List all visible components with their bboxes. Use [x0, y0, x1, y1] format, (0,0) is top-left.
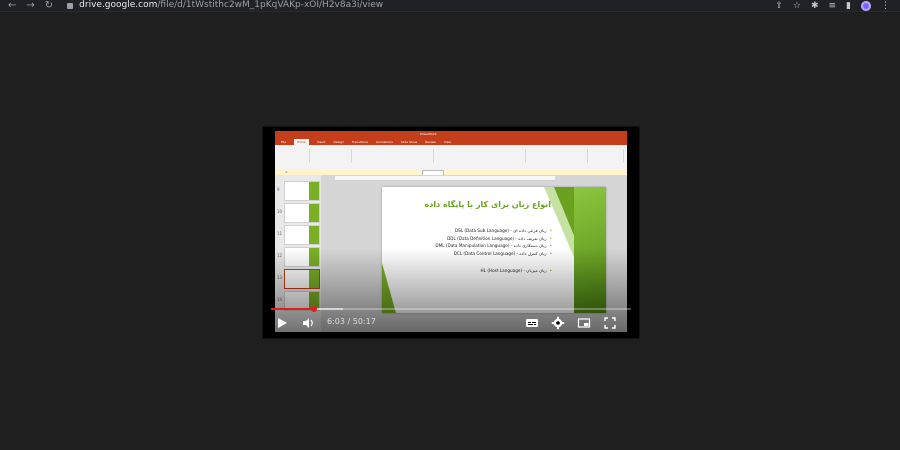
browser-toolbar: ← → ↻ drive.google.com /file/d/1tWstithc… [0, 0, 900, 12]
play-button[interactable] [275, 315, 289, 329]
video-player[interactable]: PowerPoint File Home Insert Design Transitio… [262, 126, 640, 339]
play-icon [278, 318, 287, 328]
player-controls: 6:03 / 50:17 [271, 313, 631, 331]
menu-icon[interactable]: ⋮ [881, 1, 890, 11]
volume-icon [303, 318, 313, 328]
side-panel-icon[interactable]: ▮ [846, 1, 851, 11]
powerpoint-titlebar: PowerPoint [275, 131, 627, 139]
powerpoint-ribbon [275, 145, 627, 170]
captions-button[interactable] [525, 315, 539, 329]
list-item: • زبان تعریف داده - DDL (Data Definition … [447, 235, 552, 241]
slide-title: انواع زبان برای کار با پایگاه داده [424, 200, 551, 209]
browser-actions: ⇪ ☆ ✱ ≡ ▮ ⋮ [775, 0, 890, 11]
extensions-icon[interactable]: ✱ [811, 1, 819, 11]
forward-icon[interactable]: → [26, 0, 34, 11]
lock-icon [67, 2, 74, 9]
progress-bar[interactable] [271, 306, 631, 312]
list-item: • زبان فرعی داده ای - DSL (Data Sub Langu… [454, 228, 552, 233]
settings-button[interactable] [551, 315, 565, 330]
media-controls-icon[interactable]: ≡ [829, 1, 837, 11]
fullscreen-icon [604, 317, 616, 329]
gear-icon [551, 316, 565, 330]
avatar[interactable] [861, 0, 871, 11]
bookmark-star-icon[interactable]: ☆ [793, 1, 801, 11]
powerpoint-window-title: PowerPoint [420, 132, 437, 136]
miniplayer-icon [577, 318, 591, 328]
progress-fill [271, 308, 315, 310]
time-display: 6:03 / 50:17 [327, 317, 376, 326]
captions-icon [526, 319, 538, 327]
share-icon[interactable]: ⇪ [775, 1, 783, 11]
reload-icon[interactable]: ↻ [45, 0, 53, 11]
url-domain: drive.google.com [79, 0, 158, 10]
url-path: /file/d/1tWstithc2wM_1pKqVAKp-xOI/H2v8a3… [157, 0, 384, 10]
miniplayer-button[interactable] [577, 315, 591, 329]
back-icon[interactable]: ← [8, 0, 16, 11]
fullscreen-button[interactable] [603, 315, 617, 329]
volume-button[interactable] [301, 315, 315, 329]
ruler [335, 176, 555, 181]
address-bar[interactable]: drive.google.com /file/d/1tWstithc2wM_1p… [67, 0, 383, 11]
